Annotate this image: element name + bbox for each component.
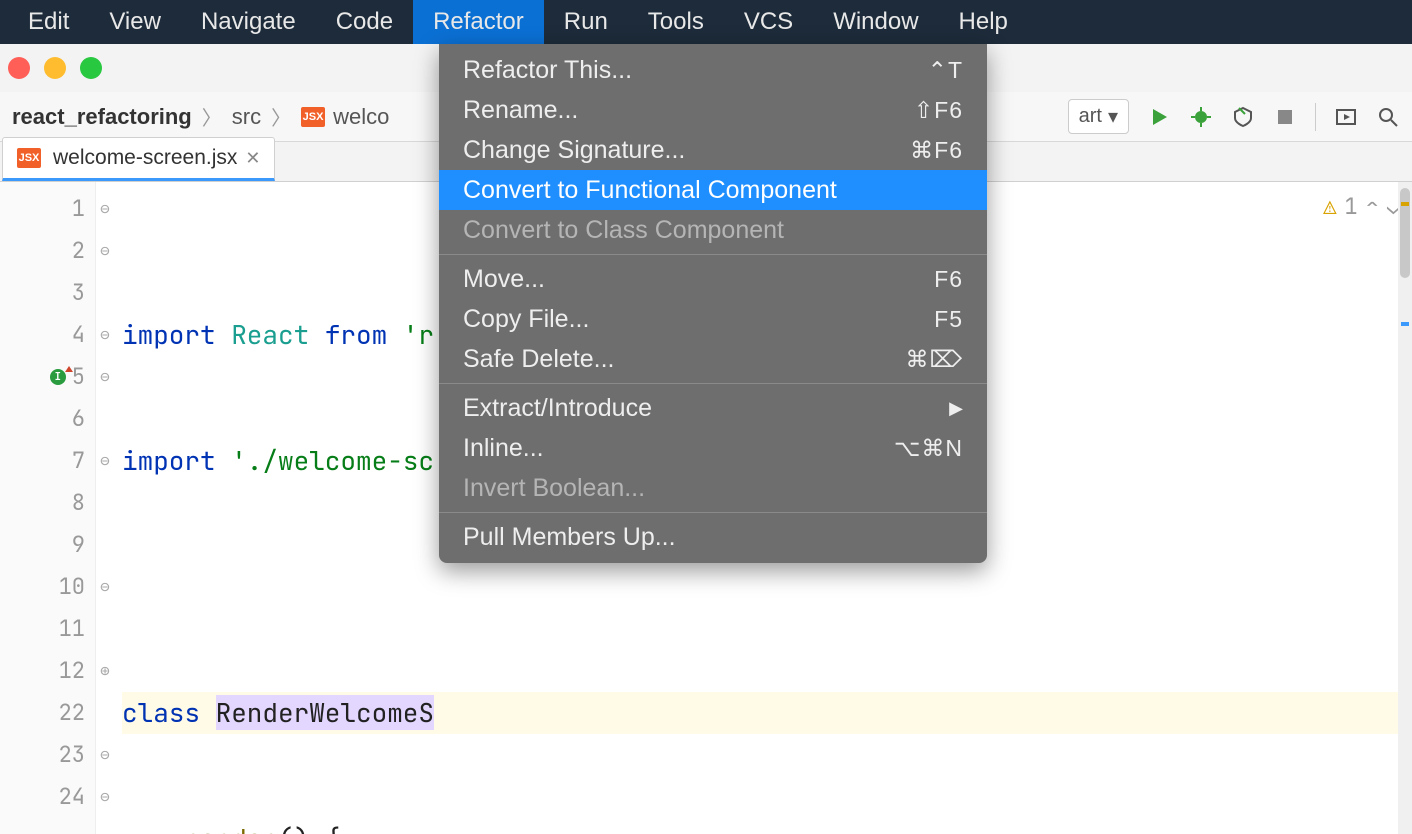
- close-tab-icon[interactable]: ✕: [245, 148, 260, 169]
- close-window-icon[interactable]: [8, 57, 30, 79]
- breadcrumb-separator: 〉: [265, 102, 297, 131]
- breadcrumb-separator: 〉: [196, 102, 228, 131]
- gutter-line: 22: [0, 692, 85, 734]
- fold-icon[interactable]: ⊖: [96, 188, 114, 230]
- fold-icon[interactable]: ⊖: [96, 230, 114, 272]
- editor-scrollbar[interactable]: [1398, 182, 1412, 834]
- gutter-line: 12: [0, 650, 85, 692]
- menu-pull-members-up[interactable]: Pull Members Up...: [439, 517, 987, 557]
- inspection-summary[interactable]: ⚠ 1 ⌃ ⌄: [1323, 186, 1400, 228]
- chevron-down-icon: ▾: [1108, 104, 1118, 129]
- run-icon[interactable]: [1147, 105, 1171, 129]
- tab-filename: welcome-screen.jsx: [53, 146, 237, 170]
- menu-vcs[interactable]: VCS: [724, 0, 813, 44]
- fold-icon[interactable]: ⊖: [96, 314, 114, 356]
- search-icon[interactable]: [1376, 105, 1400, 129]
- menu-rename[interactable]: Rename...⇧F6: [439, 90, 987, 130]
- gutter-line: 11: [0, 608, 85, 650]
- jsx-file-icon: [301, 107, 325, 127]
- gutter: 1 2 3 4 I5 6 7 8 9 10 11 12 22 23 24: [0, 182, 96, 834]
- menubar: Edit View Navigate Code Refactor Run Too…: [0, 0, 1412, 44]
- gutter-line: I5: [0, 356, 85, 398]
- fold-icon[interactable]: ⊖: [96, 734, 114, 776]
- debug-icon[interactable]: [1189, 105, 1213, 129]
- jsx-file-icon: [17, 148, 41, 168]
- fold-column: ⊖ ⊖ ⊖ ⊖ ⊖ ⊖ ⊕ ⊖ ⊖: [96, 182, 114, 834]
- gutter-line: 8: [0, 482, 85, 524]
- menu-separator: [439, 512, 987, 513]
- maximize-window-icon[interactable]: [80, 57, 102, 79]
- menu-view[interactable]: View: [89, 0, 181, 44]
- submenu-arrow-icon: ▶: [949, 398, 963, 419]
- gutter-line: 3: [0, 272, 85, 314]
- prev-highlight-icon[interactable]: ⌃: [1366, 186, 1379, 228]
- gutter-line: 7: [0, 440, 85, 482]
- tab-active[interactable]: welcome-screen.jsx ✕: [2, 137, 275, 181]
- menu-copy-file[interactable]: Copy File...F5: [439, 299, 987, 339]
- gutter-line: 24: [0, 776, 85, 818]
- menu-move[interactable]: Move...F6: [439, 259, 987, 299]
- implementation-icon[interactable]: I: [50, 369, 66, 385]
- fold-icon[interactable]: ⊖: [96, 356, 114, 398]
- fold-icon[interactable]: ⊖: [96, 566, 114, 608]
- menu-refactor-this[interactable]: Refactor This...⌃T: [439, 50, 987, 90]
- gutter-line: 10: [0, 566, 85, 608]
- menu-help[interactable]: Help: [939, 0, 1028, 44]
- menu-convert-functional[interactable]: Convert to Functional Component: [439, 170, 987, 210]
- menu-extract-introduce[interactable]: Extract/Introduce▶: [439, 388, 987, 428]
- gutter-line: 1: [0, 188, 85, 230]
- fold-icon[interactable]: ⊖: [96, 440, 114, 482]
- menu-refactor[interactable]: Refactor: [413, 0, 544, 44]
- breadcrumb-folder[interactable]: src: [232, 104, 261, 130]
- toolbar-divider: [1315, 103, 1316, 131]
- menu-separator: [439, 383, 987, 384]
- menu-run[interactable]: Run: [544, 0, 628, 44]
- warning-icon: ⚠: [1323, 186, 1336, 228]
- gutter-line: 23: [0, 734, 85, 776]
- breadcrumb-root[interactable]: react_refactoring: [12, 104, 192, 130]
- coverage-icon[interactable]: [1231, 105, 1255, 129]
- refactor-menu: Refactor This...⌃T Rename...⇧F6 Change S…: [439, 44, 987, 563]
- toolbar-right: art ▾: [1068, 99, 1400, 134]
- menu-safe-delete[interactable]: Safe Delete...⌘⌦: [439, 339, 987, 379]
- minimize-window-icon[interactable]: [44, 57, 66, 79]
- menu-tools[interactable]: Tools: [628, 0, 724, 44]
- menu-inline[interactable]: Inline...⌥⌘N: [439, 428, 987, 468]
- gutter-line: 2: [0, 230, 85, 272]
- menu-convert-class: Convert to Class Component: [439, 210, 987, 250]
- gutter-line: 9: [0, 524, 85, 566]
- marker-warning[interactable]: [1401, 202, 1409, 206]
- menu-edit[interactable]: Edit: [8, 0, 89, 44]
- breadcrumb-file[interactable]: welco: [333, 104, 389, 130]
- run-config-label: art: [1079, 105, 1102, 128]
- menu-separator: [439, 254, 987, 255]
- menu-change-signature[interactable]: Change Signature...⌘F6: [439, 130, 987, 170]
- menu-code[interactable]: Code: [316, 0, 413, 44]
- run-config-selector[interactable]: art ▾: [1068, 99, 1129, 134]
- menu-navigate[interactable]: Navigate: [181, 0, 316, 44]
- run-target-icon[interactable]: [1334, 105, 1358, 129]
- fold-icon[interactable]: ⊕: [96, 650, 114, 692]
- stop-icon[interactable]: [1273, 105, 1297, 129]
- menu-invert-boolean: Invert Boolean...: [439, 468, 987, 508]
- fold-icon[interactable]: ⊖: [96, 776, 114, 818]
- marker-caret[interactable]: [1401, 322, 1409, 326]
- warning-count: 1: [1344, 186, 1357, 228]
- gutter-line: 4: [0, 314, 85, 356]
- breadcrumb: react_refactoring 〉 src 〉 welco: [12, 102, 389, 131]
- gutter-line: 6: [0, 398, 85, 440]
- menu-window[interactable]: Window: [813, 0, 938, 44]
